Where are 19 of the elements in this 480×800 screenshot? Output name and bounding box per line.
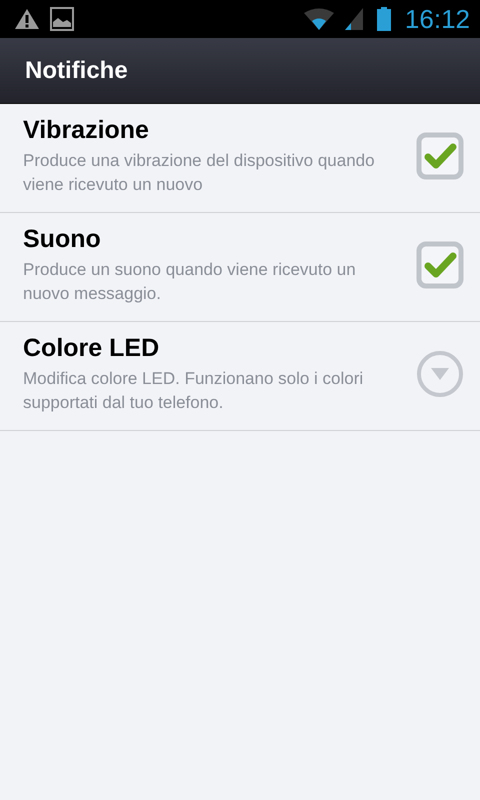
setting-summary: Produce una vibrazione del dispositivo quando viene ricevuto un nuovo	[23, 150, 376, 196]
setting-title: Vibrazione	[23, 116, 150, 144]
dropdown-icon[interactable]	[416, 350, 464, 398]
wifi-icon	[302, 8, 335, 30]
setting-item[interactable]: Vibrazione Produce una vibrazione del dispositivo quando viene ricevuto un nuovo	[0, 104, 480, 213]
warning-icon	[14, 8, 40, 30]
checkbox[interactable]	[416, 241, 464, 289]
setting-item[interactable]: Suono Produce un suono quando viene ricevuto un nuovo messaggio.	[0, 213, 480, 322]
image-icon	[50, 7, 74, 31]
battery-icon	[376, 7, 391, 31]
setting-title: Colore LED	[23, 334, 160, 362]
setting-title: Suono	[23, 224, 102, 254]
screen-title: Notifiche	[25, 56, 128, 84]
signal-icon	[344, 8, 363, 30]
setting-item[interactable]: Colore LED Modifica colore LED. Funzionano solo i colori supportati dal tuo telefono.	[0, 322, 480, 431]
setting-summary: Modifica colore LED. Funzionano solo i colori supportati dal tuo telefono.	[23, 368, 364, 414]
setting-summary: Produce un suono quando viene ricevuto un nuovo messaggio.	[23, 258, 357, 304]
checkbox[interactable]	[416, 132, 464, 180]
clock: 16:12	[404, 4, 470, 34]
